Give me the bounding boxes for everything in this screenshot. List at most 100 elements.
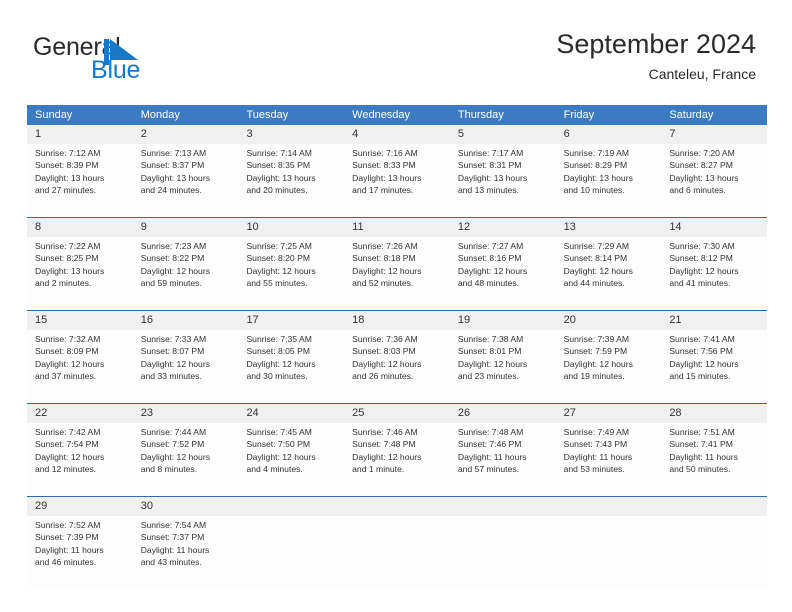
day-sunset-text: Sunset: 7:50 PM [246, 439, 310, 450]
day-number[interactable]: 14 [661, 218, 767, 237]
day-number[interactable]: 3 [238, 125, 344, 144]
day-number[interactable]: 15 [27, 311, 133, 330]
day-sunrise-text: Sunrise: 7:13 AM [140, 148, 207, 158]
day-number[interactable]: 17 [238, 311, 344, 330]
day-cell[interactable]: Sunrise: 7:46 AM Sunset: 7:48 PM Daylight:… [344, 423, 450, 496]
day-sunrise-text: Sunrise: 7:19 AM [563, 148, 630, 158]
day-number[interactable]: 11 [344, 218, 450, 237]
day-cell[interactable]: Sunrise: 7:51 AM Sunset: 7:41 PM Daylight:… [661, 423, 767, 496]
day-cell[interactable]: Sunrise: 7:52 AM Sunset: 7:39 PM Daylight:… [27, 516, 133, 589]
day-number[interactable]: 19 [450, 311, 556, 330]
day-sunset-text: Sunset: 8:31 PM [457, 160, 522, 171]
day-cell[interactable]: Sunrise: 7:49 AM Sunset: 7:43 PM Daylight:… [556, 423, 662, 496]
day-number[interactable]: 28 [661, 404, 767, 423]
day-number[interactable]: 6 [556, 125, 662, 144]
day-cell[interactable]: Sunrise: 7:17 AM Sunset: 8:31 PM Daylight:… [450, 144, 556, 217]
day-cell[interactable]: Sunrise: 7:26 AM Sunset: 8:18 PM Daylight:… [344, 237, 450, 310]
day-cell[interactable]: Sunrise: 7:35 AM Sunset: 8:05 PM Daylight:… [238, 330, 344, 403]
day-sunset-text: Sunset: 8:05 PM [246, 346, 310, 357]
day-sunset-text: Sunset: 8:14 PM [563, 253, 628, 264]
day-cell[interactable]: Sunrise: 7:41 AM Sunset: 7:56 PM Daylight:… [661, 330, 767, 403]
day-cell[interactable]: Sunrise: 7:32 AM Sunset: 8:09 PM Daylight:… [27, 330, 133, 403]
day-cell-empty [661, 516, 767, 589]
day-number[interactable]: 20 [556, 311, 662, 330]
day-cell[interactable]: Sunrise: 7:30 AM Sunset: 8:12 PM Daylight:… [661, 237, 767, 310]
day-number[interactable]: 2 [133, 125, 239, 144]
day-cell[interactable]: Sunrise: 7:42 AM Sunset: 7:54 PM Daylight:… [27, 423, 133, 496]
day-daylight2-text: and 59 minutes. [140, 278, 202, 289]
day-number[interactable]: 12 [450, 218, 556, 237]
day-cell-empty [238, 516, 344, 589]
day-cell[interactable]: Sunrise: 7:45 AM Sunset: 7:50 PM Daylight:… [238, 423, 344, 496]
day-number[interactable]: 23 [133, 404, 239, 423]
day-number[interactable]: 22 [27, 404, 133, 423]
day-sunset-text: Sunset: 7:46 PM [457, 439, 522, 450]
day-sunrise-text: Sunrise: 7:52 AM [35, 520, 101, 530]
day-sunset-text: Sunset: 8:37 PM [140, 160, 205, 171]
day-sunrise-text: Sunrise: 7:46 AM [352, 427, 418, 437]
day-cell[interactable]: Sunrise: 7:38 AM Sunset: 8:01 PM Daylight:… [450, 330, 556, 403]
day-cell[interactable]: Sunrise: 7:13 AM Sunset: 8:37 PM Daylight:… [133, 144, 239, 217]
day-daylight2-text: and 10 minutes. [563, 185, 625, 196]
day-number[interactable]: 27 [556, 404, 662, 423]
weekday-header-row: Sunday Monday Tuesday Wednesday Thursday… [27, 105, 767, 125]
day-cell-empty [450, 516, 556, 589]
day-sunrise-text: Sunrise: 7:25 AM [246, 241, 312, 251]
day-cell[interactable]: Sunrise: 7:33 AM Sunset: 8:07 PM Daylight:… [133, 330, 239, 403]
day-number[interactable]: 30 [133, 497, 239, 516]
day-cell[interactable]: Sunrise: 7:36 AM Sunset: 8:03 PM Daylight:… [344, 330, 450, 403]
day-daylight1-text: Daylight: 11 hours [457, 451, 527, 462]
day-cell[interactable]: Sunrise: 7:54 AM Sunset: 7:37 PM Daylight:… [133, 516, 239, 589]
day-number-row: 8 9 10 11 12 13 14 [27, 218, 767, 237]
day-number[interactable]: 21 [661, 311, 767, 330]
day-cell[interactable]: Sunrise: 7:25 AM Sunset: 8:20 PM Daylight:… [238, 237, 344, 310]
day-cell[interactable]: Sunrise: 7:27 AM Sunset: 8:16 PM Daylight:… [450, 237, 556, 310]
calendar-body: 1 2 3 4 5 6 7 Sunrise: 7:12 AM Sunset: 8:39 PM Da… [27, 125, 767, 589]
day-number[interactable]: 29 [27, 497, 133, 516]
day-detail-row: Sunrise: 7:42 AM Sunset: 7:54 PM Daylight:… [27, 423, 767, 496]
day-number[interactable]: 7 [661, 125, 767, 144]
day-number[interactable]: 10 [238, 218, 344, 237]
weekday-header-friday: Friday [563, 109, 595, 121]
day-number[interactable]: 16 [133, 311, 239, 330]
day-cell[interactable]: Sunrise: 7:39 AM Sunset: 7:59 PM Daylight:… [556, 330, 662, 403]
day-daylight1-text: Daylight: 11 hours [563, 451, 633, 462]
weekday-header-monday: Monday [140, 109, 180, 121]
day-number[interactable]: 25 [344, 404, 450, 423]
day-cell[interactable]: Sunrise: 7:19 AM Sunset: 8:29 PM Daylight:… [556, 144, 662, 217]
day-number[interactable]: 18 [344, 311, 450, 330]
day-number[interactable]: 9 [133, 218, 239, 237]
day-cell[interactable]: Sunrise: 7:12 AM Sunset: 8:39 PM Daylight:… [27, 144, 133, 217]
day-cell[interactable]: Sunrise: 7:14 AM Sunset: 8:35 PM Daylight:… [238, 144, 344, 217]
day-number[interactable]: 5 [450, 125, 556, 144]
day-cell[interactable]: Sunrise: 7:23 AM Sunset: 8:22 PM Daylight:… [133, 237, 239, 310]
day-sunset-text: Sunset: 8:09 PM [35, 346, 99, 357]
day-cell[interactable]: Sunrise: 7:29 AM Sunset: 8:14 PM Daylight:… [556, 237, 662, 310]
day-sunset-text: Sunset: 7:39 PM [35, 532, 99, 543]
day-number[interactable]: 4 [344, 125, 450, 144]
day-cell[interactable]: Sunrise: 7:16 AM Sunset: 8:33 PM Daylight:… [344, 144, 450, 217]
day-daylight2-text: and 44 minutes. [563, 278, 625, 289]
day-daylight1-text: Daylight: 13 hours [35, 172, 105, 183]
day-number[interactable]: 13 [556, 218, 662, 237]
day-number-row: 29 30 [27, 497, 767, 516]
day-number[interactable]: 24 [238, 404, 344, 423]
day-cell[interactable]: Sunrise: 7:22 AM Sunset: 8:25 PM Daylight:… [27, 237, 133, 310]
day-cell[interactable]: Sunrise: 7:48 AM Sunset: 7:46 PM Daylight:… [450, 423, 556, 496]
day-sunrise-text: Sunrise: 7:35 AM [246, 334, 312, 344]
day-number-empty [344, 497, 450, 516]
day-cell[interactable]: Sunrise: 7:20 AM Sunset: 8:27 PM Daylight:… [661, 144, 767, 217]
day-cell[interactable]: Sunrise: 7:44 AM Sunset: 7:52 PM Daylight:… [133, 423, 239, 496]
day-daylight1-text: Daylight: 12 hours [35, 358, 105, 369]
day-sunrise-text: Sunrise: 7:20 AM [669, 148, 735, 158]
brand-logo[interactable]: General Blue [33, 33, 263, 89]
day-number[interactable]: 1 [27, 125, 133, 144]
day-sunrise-text: Sunrise: 7:23 AM [140, 241, 207, 251]
day-number[interactable]: 8 [27, 218, 133, 237]
calendar-week-row: 22 23 24 25 26 27 28 Sunrise: 7:42 AM Sunset: 7:… [27, 403, 767, 496]
day-detail-row: Sunrise: 7:32 AM Sunset: 8:09 PM Daylight:… [27, 330, 767, 403]
day-daylight2-text: and 17 minutes. [352, 185, 414, 196]
day-daylight1-text: Daylight: 13 hours [140, 172, 210, 183]
day-number[interactable]: 26 [450, 404, 556, 423]
day-sunset-text: Sunset: 7:54 PM [35, 439, 99, 450]
